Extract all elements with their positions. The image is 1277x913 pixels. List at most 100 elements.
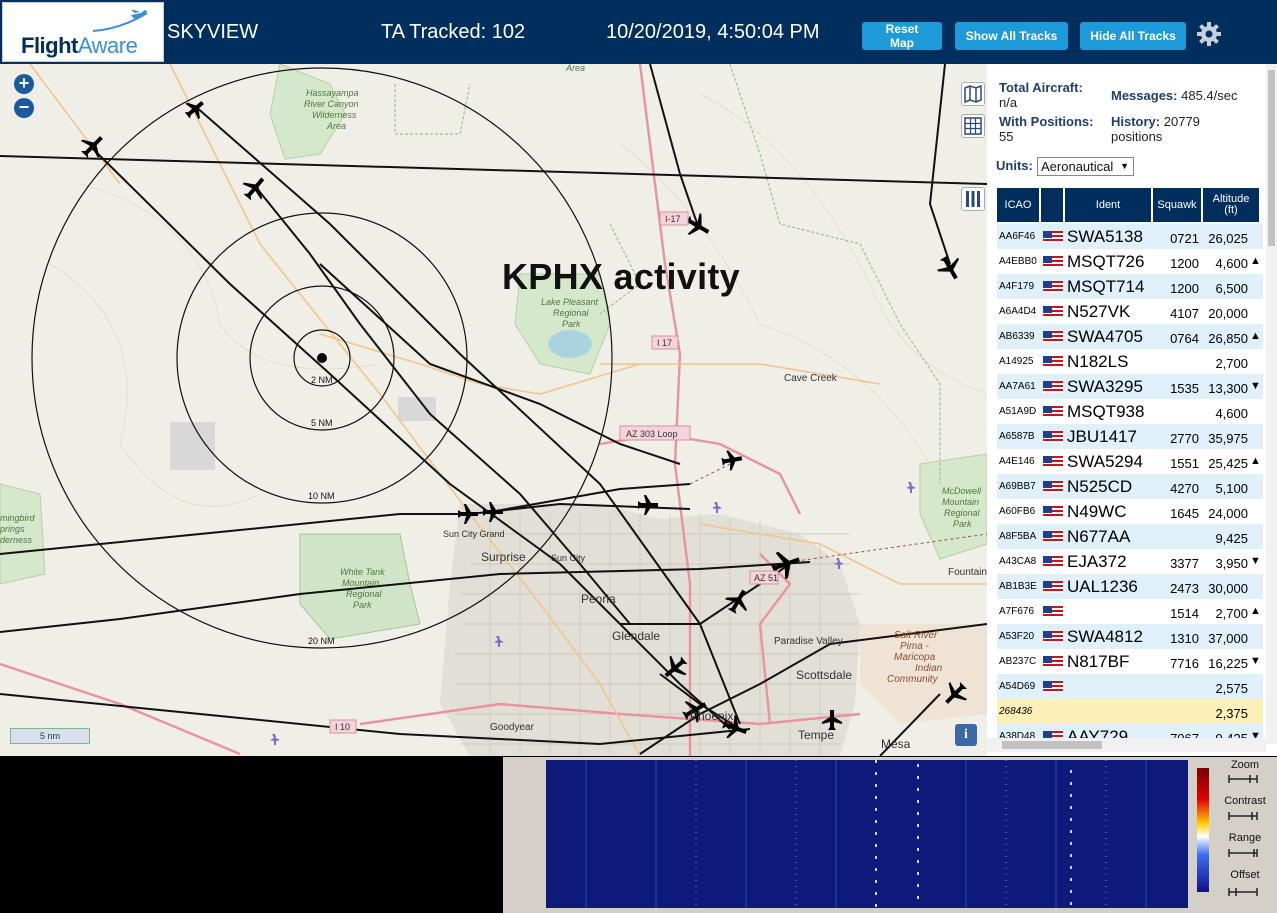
table-row[interactable]: AB1B3E UAL1236 2473 30,000 <box>997 574 1263 599</box>
row-ident: N182LS <box>1067 352 1129 371</box>
zoom-in-button[interactable]: + <box>14 74 34 94</box>
row-altitude-trend: ▲ <box>1250 605 1261 617</box>
grid-toggle-button[interactable] <box>961 114 985 138</box>
row-ident: SWA4812 <box>1067 627 1143 646</box>
table-row[interactable]: A51A9D MSQT938 4,600 <box>997 399 1263 424</box>
highway-i17: I 17 <box>657 338 672 348</box>
app-name: SKYVIEW <box>167 21 259 43</box>
highway-az51: AZ 51 <box>754 573 778 583</box>
total-aircraft-label: Total Aircraft: <box>999 80 1083 95</box>
table-row[interactable]: A14925 N182LS 2,700 <box>997 349 1263 374</box>
overlay-title: KPHX activity <box>502 256 740 297</box>
panel-vertical-scroll-thumb[interactable] <box>1268 70 1275 246</box>
with-positions-label: With Positions: <box>999 114 1094 129</box>
messages-stat: Messages: 485.4/sec <box>1111 88 1237 103</box>
row-altitude: 37,000 <box>1208 631 1248 646</box>
row-altitude: 26,025 <box>1208 231 1248 246</box>
table-row[interactable]: A69BB7 N525CD 4270 5,100 <box>997 474 1263 499</box>
ring-label-10nm: 10 NM <box>308 491 335 501</box>
row-altitude: 6,500 <box>1215 281 1248 296</box>
table-row[interactable]: AB6339 SWA4705 0764 26,850 ▲ <box>997 324 1263 349</box>
col-header-icao[interactable]: ICAO <box>997 188 1039 222</box>
zoom-slider[interactable] <box>1228 774 1258 784</box>
table-row[interactable]: A8F5BA N677AA 9,425 <box>997 524 1263 549</box>
reset-map-button[interactable]: Reset Map <box>862 22 942 50</box>
place-sun-city: Sun City <box>551 553 586 563</box>
units-row: Units: <box>996 158 1033 173</box>
ta-tracked-count: TA Tracked: 102 <box>381 21 526 43</box>
row-squawk: 0764 <box>1170 331 1199 346</box>
show-all-tracks-button[interactable]: Show All Tracks <box>955 22 1068 50</box>
us-flag-icon <box>1043 431 1063 443</box>
flightaware-logo[interactable]: FlightAware <box>2 2 164 62</box>
col-header-ident[interactable]: Ident <box>1065 188 1151 222</box>
units-select[interactable]: Aeronautical ▼ <box>1037 157 1134 176</box>
info-button[interactable]: i <box>955 724 977 746</box>
zoom-label: Zoom <box>1230 759 1260 771</box>
table-row[interactable]: A53F20 SWA4812 1310 37,000 <box>997 624 1263 649</box>
row-ident: UAL1236 <box>1067 577 1138 596</box>
contrast-label: Contrast <box>1224 795 1266 807</box>
row-ident: N677AA <box>1067 527 1131 546</box>
row-squawk: 3377 <box>1170 556 1199 571</box>
panel-horizontal-scroll-thumb[interactable] <box>1002 741 1102 749</box>
place-peoria: Peoria <box>581 592 616 606</box>
table-row[interactable]: A6587B JBU1417 2770 35,975 <box>997 424 1263 449</box>
row-altitude: 25,425 <box>1208 456 1248 471</box>
place-tempe: Tempe <box>798 728 834 742</box>
row-ident: SWA3295 <box>1067 377 1143 396</box>
gear-icon[interactable] <box>1196 21 1222 47</box>
place-goodyear: Goodyear <box>490 722 535 733</box>
row-ident: N49WC <box>1067 502 1127 521</box>
highway-az303: AZ 303 Loop <box>626 429 678 439</box>
zoom-out-button[interactable]: − <box>14 98 34 118</box>
contrast-slider[interactable] <box>1228 811 1258 821</box>
col-header-squawk[interactable]: Squawk <box>1153 188 1201 222</box>
history-value: 20779 <box>1163 114 1200 129</box>
col-header-flag[interactable] <box>1041 188 1063 222</box>
offset-slider[interactable] <box>1228 887 1258 897</box>
spectrum-waterfall <box>546 760 1188 908</box>
table-row[interactable]: A54D69 2,575 <box>997 674 1263 699</box>
ring-label-2nm: 2 NM <box>311 375 333 385</box>
row-icao: 268436 <box>999 706 1033 717</box>
us-flag-icon <box>1043 531 1063 543</box>
row-altitude: 2,575 <box>1215 681 1248 696</box>
range-slider[interactable] <box>1228 848 1258 858</box>
table-row[interactable]: A4F179 MSQT714 1200 6,500 <box>997 274 1263 299</box>
row-altitude: 3,950 <box>1215 556 1248 571</box>
col-header-altitude[interactable]: Altitude (ft) <box>1203 188 1259 222</box>
row-icao: A54D69 <box>999 681 1036 692</box>
columns-toggle-button[interactable] <box>961 187 985 211</box>
map-icon <box>964 84 982 104</box>
row-altitude-trend: ▼ <box>1250 380 1261 392</box>
logo-text-flight: Flight <box>21 33 78 58</box>
map-view[interactable]: 2 NM 5 NM 10 NM 20 NM I-17 I 17 AZ 303 L… <box>0 64 987 756</box>
us-flag-icon <box>1043 556 1063 568</box>
table-row[interactable]: A6A4D4 N527VK 4107 20,000 <box>997 299 1263 324</box>
table-row[interactable]: A4EBB0 MSQT726 1200 4,600 ▲ <box>997 249 1263 274</box>
table-row[interactable]: AB237C N817BF 7716 16,225 ▼ <box>997 649 1263 674</box>
us-flag-icon <box>1043 656 1063 668</box>
row-ident: N527VK <box>1067 302 1131 321</box>
row-ident: MSQT938 <box>1067 402 1145 421</box>
row-squawk: 1645 <box>1170 506 1199 521</box>
ring-label-5nm: 5 NM <box>311 418 333 428</box>
table-row[interactable]: AA7A61 SWA3295 1535 13,300 ▼ <box>997 374 1263 399</box>
chevron-down-icon: ▼ <box>1120 161 1129 171</box>
us-flag-icon <box>1043 631 1063 643</box>
us-flag-icon <box>1043 231 1063 243</box>
messages-value: 485.4/sec <box>1181 88 1238 103</box>
table-row[interactable]: 268436 2,375 <box>997 699 1263 724</box>
table-row[interactable]: A60FB6 N49WC 1645 24,000 <box>997 499 1263 524</box>
row-icao: A43CA8 <box>999 556 1037 567</box>
table-row[interactable]: AA6F46 SWA5138 0721 26,025 <box>997 224 1263 249</box>
table-row[interactable]: A43CA8 EJA372 3377 3,950 ▼ <box>997 549 1263 574</box>
hide-all-tracks-button[interactable]: Hide All Tracks <box>1080 22 1186 50</box>
table-row[interactable]: A7F676 1514 2,700 ▲ <box>997 599 1263 624</box>
row-altitude: 5,100 <box>1215 481 1248 496</box>
place-fountain: Fountain <box>948 567 987 578</box>
map-layers-button[interactable] <box>961 82 985 106</box>
table-row[interactable]: A4E146 SWA5294 1551 25,425 ▲ <box>997 449 1263 474</box>
row-altitude-trend: ▼ <box>1250 555 1261 567</box>
